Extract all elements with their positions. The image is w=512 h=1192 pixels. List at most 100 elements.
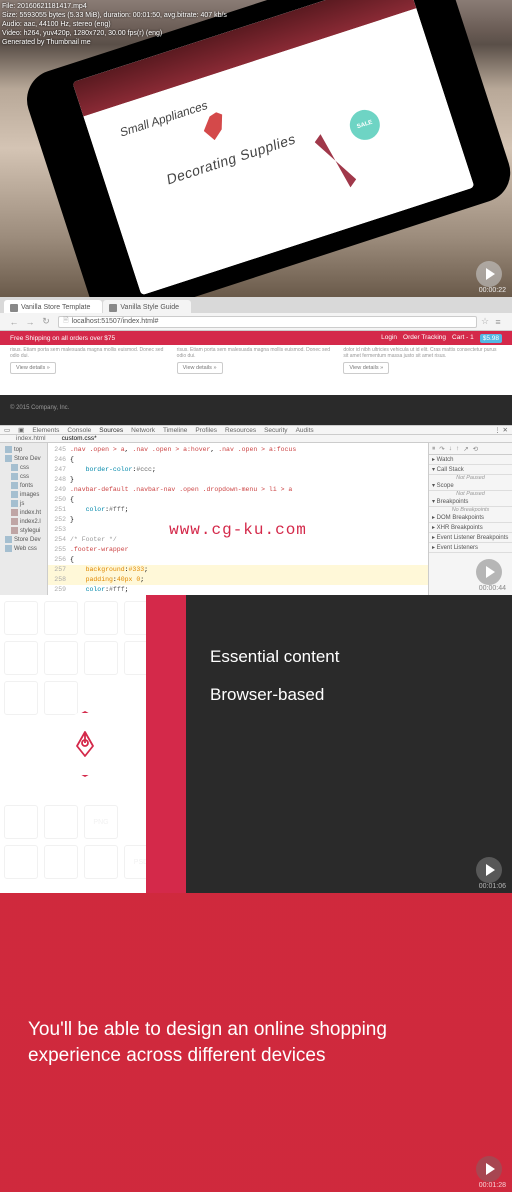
code-line[interactable]: 258 padding:40px 0; (48, 575, 428, 585)
nav-label: index.ht (20, 510, 41, 516)
folder-icon (5, 545, 12, 552)
view-details-button[interactable]: View details » (177, 362, 223, 374)
nav-folder[interactable]: Store Dev (2, 454, 45, 463)
debugger-pane-section[interactable]: ▸ Event Listener Breakpoints (429, 533, 512, 543)
nav-file[interactable]: stylegui (2, 526, 45, 535)
tab-vanilla-styleguide[interactable]: Vanilla Style Guide (103, 300, 191, 313)
play-icon[interactable] (476, 857, 502, 883)
file-tab-custom-css[interactable]: custom.css* (58, 435, 101, 442)
nav-label: Web css (14, 546, 37, 552)
pen-tool-icon (71, 730, 99, 758)
devtools-tab-timeline[interactable]: Timeline (163, 427, 187, 434)
debugger-control-icon[interactable]: ⟲ (473, 445, 478, 453)
watermark: www.cg-ku.com (169, 525, 307, 535)
timestamp: 00:01:06 (479, 883, 506, 890)
nav-folder[interactable]: Web css (2, 544, 45, 553)
nav-file[interactable]: index.ht (2, 508, 45, 517)
cart-link[interactable]: Cart - 1 (452, 334, 474, 343)
devtools-device-icon[interactable]: ▣ (18, 426, 24, 434)
file-tab-index[interactable]: index.html (12, 435, 50, 442)
debugger-control-icon[interactable]: ↗ (463, 445, 468, 453)
page-icon (10, 304, 18, 312)
devtools-close-icon[interactable]: ⋮ ✕ (494, 426, 508, 434)
debugger-control-icon[interactable]: ↑ (456, 445, 459, 452)
code-content: { (70, 555, 74, 565)
nav-folder[interactable]: css (2, 472, 45, 481)
devtools-tab-console[interactable]: Console (67, 427, 91, 434)
url-input[interactable]: 🗎localhost:51507/index.html# (58, 316, 477, 328)
nav-folder[interactable]: Store Dev (2, 535, 45, 544)
devtools-tab-security[interactable]: Security (264, 427, 287, 434)
debugger-pane-section[interactable]: ▾ Call Stack (429, 465, 512, 475)
page-footer: © 2015 Company, Inc. (0, 395, 512, 425)
debugger-pane-section[interactable]: ▸ Watch (429, 455, 512, 465)
code-line[interactable]: 248} (48, 475, 428, 485)
phone-mockup: Small Appliances Decorating Supplies SAL… (19, 0, 512, 328)
nav-label: js (20, 501, 24, 507)
nav-label: Store Dev (14, 537, 41, 543)
devtools: ▭ ▣ Elements Console Sources Network Tim… (0, 425, 512, 577)
debugger-controls: ⏸ ↷ ↓ ↑ ↗ ⟲ (429, 443, 512, 455)
devtools-code-editor[interactable]: 245.nav .open > a, .nav .open > a:hover,… (48, 443, 428, 617)
code-line[interactable]: 256{ (48, 555, 428, 565)
line-number: 259 (48, 585, 70, 595)
file-icon (11, 527, 18, 534)
nav-folder[interactable]: css (2, 463, 45, 472)
code-line[interactable]: 251 color:#fff; (48, 505, 428, 515)
nav-folder[interactable]: images (2, 490, 45, 499)
devtools-file-nav: topStore Devcsscssfontsimagesjsindex.hti… (0, 443, 48, 617)
devtools-inspect-icon[interactable]: ▭ (4, 426, 10, 434)
debugger-control-icon[interactable]: ⏸ (432, 445, 435, 453)
nav-folder[interactable]: top (2, 445, 45, 454)
view-details-button[interactable]: View details » (343, 362, 389, 374)
devtools-tab-audits[interactable]: Audits (296, 427, 314, 434)
thumb-4-slide: You'll be able to design an online shopp… (0, 893, 512, 1192)
devtools-tab-elements[interactable]: Elements (32, 427, 59, 434)
folder-icon (5, 446, 12, 453)
forward-icon[interactable]: → (25, 317, 35, 327)
nav-file[interactable]: index2.l (2, 517, 45, 526)
file-icon (11, 509, 18, 516)
devtools-tab-profiles[interactable]: Profiles (195, 427, 217, 434)
bookmark-icon[interactable]: ☆ (481, 316, 490, 327)
code-line[interactable]: 259 color:#fff; (48, 585, 428, 595)
login-link[interactable]: Login (381, 334, 397, 343)
tab-vanilla-store[interactable]: Vanilla Store Template (4, 300, 102, 313)
product-row: risus. Etiam porta sem malesuada magna m… (0, 345, 512, 381)
code-line[interactable]: 245.nav .open > a, .nav .open > a:hover,… (48, 445, 428, 455)
code-line[interactable]: 250{ (48, 495, 428, 505)
play-icon[interactable] (476, 559, 502, 585)
debugger-pane-section[interactable]: ▾ Breakpoints (429, 497, 512, 507)
order-tracking-link[interactable]: Order Tracking (403, 334, 446, 343)
code-line[interactable]: 247 border-color:#ccc; (48, 465, 428, 475)
code-line[interactable]: 246{ (48, 455, 428, 465)
timestamp: 00:00:44 (479, 585, 506, 592)
debugger-pane-section[interactable]: ▾ Scope (429, 481, 512, 491)
code-line[interactable]: 257 background:#333; (48, 565, 428, 575)
nav-folder[interactable]: js (2, 499, 45, 508)
bg-tool-icon (44, 641, 78, 675)
devtools-tab-sources[interactable]: Sources (99, 427, 123, 434)
reload-icon[interactable]: ↻ (41, 317, 51, 327)
video-metadata: File: 20160621181417.mp4 Size: 5593055 b… (2, 2, 227, 47)
slide-right: Essential content Browser-based (186, 595, 512, 893)
devtools-tab-network[interactable]: Network (131, 427, 155, 434)
debugger-control-icon[interactable]: ↷ (439, 445, 444, 453)
code-line[interactable]: 249.navbar-default .navbar-nav .open .dr… (48, 485, 428, 495)
debugger-pane-section[interactable]: ▸ XHR Breakpoints (429, 523, 512, 533)
debugger-pane-section[interactable]: ▸ DOM Breakpoints (429, 513, 512, 523)
view-details-button[interactable]: View details » (10, 362, 56, 374)
folder-icon (11, 491, 18, 498)
debugger-control-icon[interactable]: ↓ (449, 445, 452, 452)
line-number: 258 (48, 575, 70, 585)
bg-tool-icon (4, 805, 38, 839)
play-icon[interactable] (476, 1156, 502, 1182)
code-line[interactable]: 255.footer-wrapper (48, 545, 428, 555)
menu-icon[interactable]: ≡ (493, 317, 503, 327)
debugger-pane-section[interactable]: ▸ Event Listeners (429, 543, 512, 553)
play-icon[interactable] (476, 261, 502, 287)
back-icon[interactable]: ← (9, 317, 19, 327)
nav-folder[interactable]: fonts (2, 481, 45, 490)
devtools-tab-resources[interactable]: Resources (225, 427, 256, 434)
cart-total-badge[interactable]: $5.98 (480, 334, 502, 343)
